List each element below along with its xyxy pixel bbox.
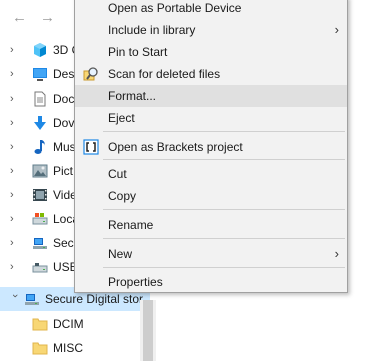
chevron-right-icon[interactable]: › [10,140,20,154]
videos-icon [33,189,47,201]
menu-item-label: Pin to Start [108,45,168,59]
network-drive-icon [25,294,39,305]
menu-item-format[interactable]: Format... [75,85,347,107]
menu-separator [103,238,345,239]
tree-item-label: Des [53,67,75,81]
chevron-right-icon[interactable]: › [10,164,20,178]
usb-drive-icon [32,263,48,273]
menu-item-properties[interactable]: Properties [75,271,347,293]
menu-item-label: New [108,247,133,261]
chevron-right-icon[interactable]: › [10,188,20,202]
tree-item-dcim[interactable]: DCIM [0,312,160,336]
menu-separator [103,267,345,268]
chevron-down-icon[interactable]: › [8,294,22,304]
menu-item-label: Eject [108,111,135,125]
menu-item-label: Copy [108,189,137,203]
tree-item-label: Doc [53,92,75,106]
tree-item-label: DCIM [53,317,84,331]
back-arrow-icon[interactable]: ← [12,10,27,26]
menu-item-include-library[interactable]: Include in library › [75,19,347,41]
menu-separator [103,131,345,132]
tree-item-label: MISC [53,341,83,355]
menu-item-label: Scan for deleted files [108,67,221,81]
menu-item-label: Properties [108,275,163,289]
menu-item-new[interactable]: New › [75,243,347,265]
menu-item-eject[interactable]: Eject [75,107,347,129]
chevron-right-icon[interactable]: › [10,116,20,130]
chevron-right-icon[interactable]: › [10,43,20,57]
menu-item-label: Include in library [108,23,196,37]
scan-magnifier-icon [83,67,98,81]
folder-icon [32,318,48,331]
documents-icon [34,91,46,107]
menu-item-scan-deleted[interactable]: Scan for deleted files [75,63,347,85]
menu-item-label: Open as Brackets project [108,140,243,154]
menu-item-label: Format... [108,89,157,103]
menu-item-cut[interactable]: Cut [75,163,347,185]
chevron-right-icon[interactable]: › [10,212,20,226]
menu-item-rename[interactable]: Rename [75,214,347,236]
folder-icon [32,342,48,355]
scrollbar-thumb[interactable] [143,300,153,361]
chevron-right-icon[interactable]: › [10,236,20,250]
menu-item-label: Rename [108,218,154,232]
menu-item-copy[interactable]: Copy [75,185,347,207]
menu-item-label: Cut [108,167,127,181]
menu-separator [103,209,345,210]
forward-arrow-icon[interactable]: → [40,10,55,26]
tree-item-misc[interactable]: MISC [0,336,160,360]
chevron-right-icon[interactable]: › [10,260,20,274]
3d-objects-icon [34,43,46,57]
tree-item-label: Dov [53,116,75,130]
chevron-right-icon[interactable]: › [10,67,20,81]
network-drive-icon [33,238,47,249]
tree-item-label: Mus [53,140,76,154]
chevron-right-icon[interactable]: › [10,92,20,106]
downloads-icon [34,116,46,130]
context-menu: Open as Portable Device Include in libra… [74,0,348,293]
tree-item-label: Secure Digital stor [45,292,144,306]
brackets-icon [83,139,99,155]
menu-separator [103,159,345,160]
menu-item-label: Open as Portable Device [108,1,242,15]
submenu-arrow-icon: › [334,22,339,37]
pictures-icon [32,164,48,178]
submenu-arrow-icon: › [334,246,339,261]
menu-item-pin-start[interactable]: Pin to Start [75,41,347,63]
tree-item-label: Pict [53,164,74,178]
local-disk-icon [32,213,48,225]
desktop-icon [33,68,47,81]
music-icon [34,140,45,154]
vertical-scrollbar[interactable] [140,300,156,361]
menu-item-open-brackets[interactable]: Open as Brackets project [75,136,347,158]
menu-item-open-portable[interactable]: Open as Portable Device [75,0,347,19]
